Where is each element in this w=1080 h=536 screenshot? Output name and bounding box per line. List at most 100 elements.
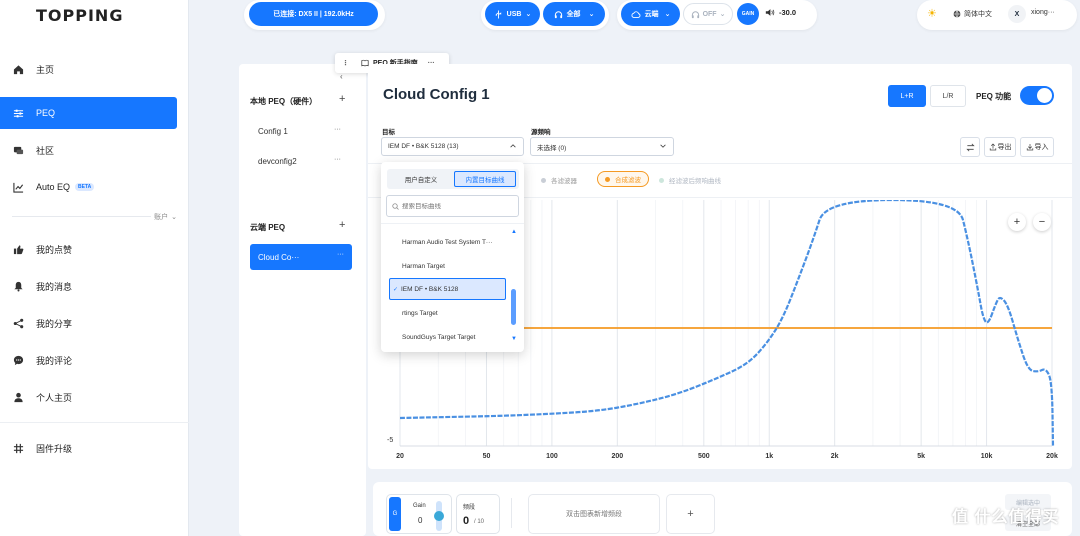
gain-value: 0 — [418, 516, 423, 525]
local-config-item[interactable]: Config 1 — [258, 127, 288, 136]
chevron-down-icon: ⌄ — [664, 11, 671, 18]
source-label: 源频响 — [531, 129, 551, 136]
sidebar-item-firmware[interactable]: 固件升级 — [0, 432, 189, 464]
peq-toggle[interactable] — [1020, 86, 1054, 105]
add-band-button[interactable]: + — [666, 494, 715, 534]
sidebar-item-home[interactable]: 主页 — [0, 53, 189, 85]
lr-separate-button[interactable]: L/R — [930, 85, 966, 107]
sidebar-item-profile[interactable]: 个人主页 — [0, 381, 189, 413]
headphone-icon — [554, 10, 563, 19]
local-peq-title: 本地 PEQ（硬件） — [250, 97, 318, 106]
topping-logo: TOPPING — [36, 6, 124, 25]
target-curve-dropdown: 用户自定义 内置目标曲线 Harman Audio Test System T·… — [381, 162, 524, 352]
sidebar-item-community[interactable]: 社区 — [0, 134, 189, 166]
legend-combined-filter[interactable]: 合成滤波 — [597, 171, 649, 187]
source-group: USB ⌄ 全部 ⌄ — [481, 0, 609, 30]
sidebar-item-peq[interactable]: PEQ — [0, 97, 177, 129]
swap-icon — [965, 143, 975, 152]
source-value: 未选择 (0) — [537, 144, 567, 152]
local-config-item[interactable]: devconfig2 — [258, 157, 297, 166]
chevron-down-icon — [659, 142, 667, 150]
sidebar-item-messages[interactable]: 我的消息 — [0, 270, 189, 302]
source-select[interactable]: 未选择 (0) — [530, 137, 674, 156]
legend-each-filter[interactable]: 各滤波器 — [541, 175, 577, 185]
search-field[interactable] — [386, 195, 519, 217]
home-icon — [12, 63, 24, 75]
x-tick-label: 10k — [981, 453, 993, 460]
globe-icon — [953, 10, 961, 18]
gain-slider[interactable] — [434, 501, 444, 531]
band-total: / 10 — [474, 519, 485, 525]
volume-value: -30.0 — [779, 8, 797, 17]
import-button[interactable]: 导入 — [1020, 137, 1054, 157]
chart-icon — [12, 181, 24, 193]
output-select-button[interactable]: 全部 ⌄ — [543, 2, 605, 26]
device-status-button[interactable]: 已连接: DX5 II | 192.0kHz — [249, 2, 378, 26]
sidebar: TOPPING 主页 PEQ 社区 Auto EQ BETA 账户 ⌄ 我的点赞… — [0, 0, 189, 536]
list-item[interactable]: Harman Audio Test System T··· — [391, 231, 511, 253]
list-item-selected[interactable]: ✓ IEM DF • B&K 5128 — [389, 278, 506, 300]
headphone-off-toggle[interactable]: OFF ⌄ — [683, 3, 733, 25]
peq-list-panel: 本地 PEQ（硬件） + Config 1 ··· devconfig2 ···… — [239, 64, 366, 536]
legend-filtered-response[interactable]: 经滤波后频响曲线 — [659, 175, 721, 185]
volume-control[interactable]: -30.0 — [765, 8, 796, 17]
legend-dot — [659, 177, 664, 183]
avatar[interactable]: X — [1008, 5, 1026, 23]
x-tick-label: 20k — [1046, 453, 1058, 460]
list-item[interactable]: SoundGuys Target Target — [391, 326, 511, 348]
list-item[interactable]: Harman Target — [391, 255, 511, 277]
target-value: IEM DF • B&K 5128 (13) — [388, 143, 459, 150]
gain-button[interactable]: GAIN — [737, 3, 759, 25]
language-label: 简体中文 — [964, 11, 992, 18]
swap-button[interactable] — [960, 137, 980, 157]
scrollbar-thumb[interactable] — [511, 289, 516, 325]
language-selector[interactable]: 简体中文 — [953, 9, 992, 19]
search-input[interactable] — [402, 202, 512, 210]
sidebar-item-auto-eq[interactable]: Auto EQ BETA — [0, 171, 189, 203]
sidebar-item-label: 个人主页 — [36, 392, 73, 403]
more-icon[interactable]: ··· — [334, 126, 341, 133]
band-value: 0 — [463, 515, 470, 527]
chevron-up-icon — [509, 142, 517, 150]
collapse-chevron-icon[interactable]: ‹ — [340, 72, 343, 81]
lr-combined-button[interactable]: L+R — [888, 85, 926, 107]
target-select[interactable]: IEM DF • B&K 5128 (13) — [381, 137, 524, 156]
sidebar-item-label: 主页 — [36, 64, 55, 75]
usb-label: USB — [506, 10, 522, 18]
x-tick-label: 2k — [831, 453, 839, 460]
off-label: OFF — [702, 10, 717, 18]
x-tick-label: 500 — [698, 453, 710, 460]
sidebar-item-comments[interactable]: 我的评论 — [0, 344, 189, 376]
list-item-label: IEM DF • B&K 5128 — [401, 285, 459, 293]
more-icon[interactable]: ··· — [337, 251, 344, 258]
tab-custom[interactable]: 用户自定义 — [390, 171, 452, 187]
chevron-down-icon[interactable]: ⌄ — [171, 213, 177, 221]
usb-button[interactable]: USB ⌄ — [485, 2, 540, 26]
list-item[interactable]: rtings Target — [391, 302, 511, 324]
user-icon — [12, 391, 24, 403]
export-button[interactable]: 导出 — [984, 137, 1016, 157]
add-local-button[interactable]: + — [339, 93, 345, 105]
add-band-hint[interactable]: 双击图表新增频段 — [528, 494, 660, 534]
add-cloud-button[interactable]: + — [339, 219, 345, 231]
import-label: 导入 — [1034, 144, 1049, 151]
chart-x-ticks: 20 50 100 200 500 1k 2k 5k 10k 20k — [396, 453, 1058, 460]
tab-builtin[interactable]: 内置目标曲线 — [454, 171, 516, 187]
username[interactable]: xiong··· — [1031, 9, 1055, 16]
cloud-button[interactable]: 云端 ⌄ — [621, 2, 680, 26]
gain-control[interactable]: G Gain 0 — [386, 494, 452, 534]
scroll-up-icon[interactable]: ▲ — [511, 229, 517, 235]
sidebar-item-label: 我的分享 — [36, 318, 73, 329]
peq-function-label: PEQ 功能 — [976, 92, 1012, 101]
export-label: 导出 — [997, 144, 1012, 151]
legend-label: 经滤波后频响曲线 — [669, 178, 721, 185]
speaker-icon — [765, 8, 775, 17]
sidebar-item-shares[interactable]: 我的分享 — [0, 307, 189, 339]
sun-icon[interactable]: ☀ — [927, 7, 937, 20]
more-icon[interactable]: ··· — [334, 156, 341, 163]
scroll-down-icon[interactable]: ▼ — [511, 336, 517, 342]
sidebar-item-likes[interactable]: 我的点赞 — [0, 233, 189, 265]
account-divider: 账户 ⌄ — [12, 211, 177, 222]
drag-handle-icon[interactable]: ⋮ — [342, 59, 349, 67]
cloud-config-item[interactable]: Cloud Co··· ··· — [250, 244, 352, 270]
